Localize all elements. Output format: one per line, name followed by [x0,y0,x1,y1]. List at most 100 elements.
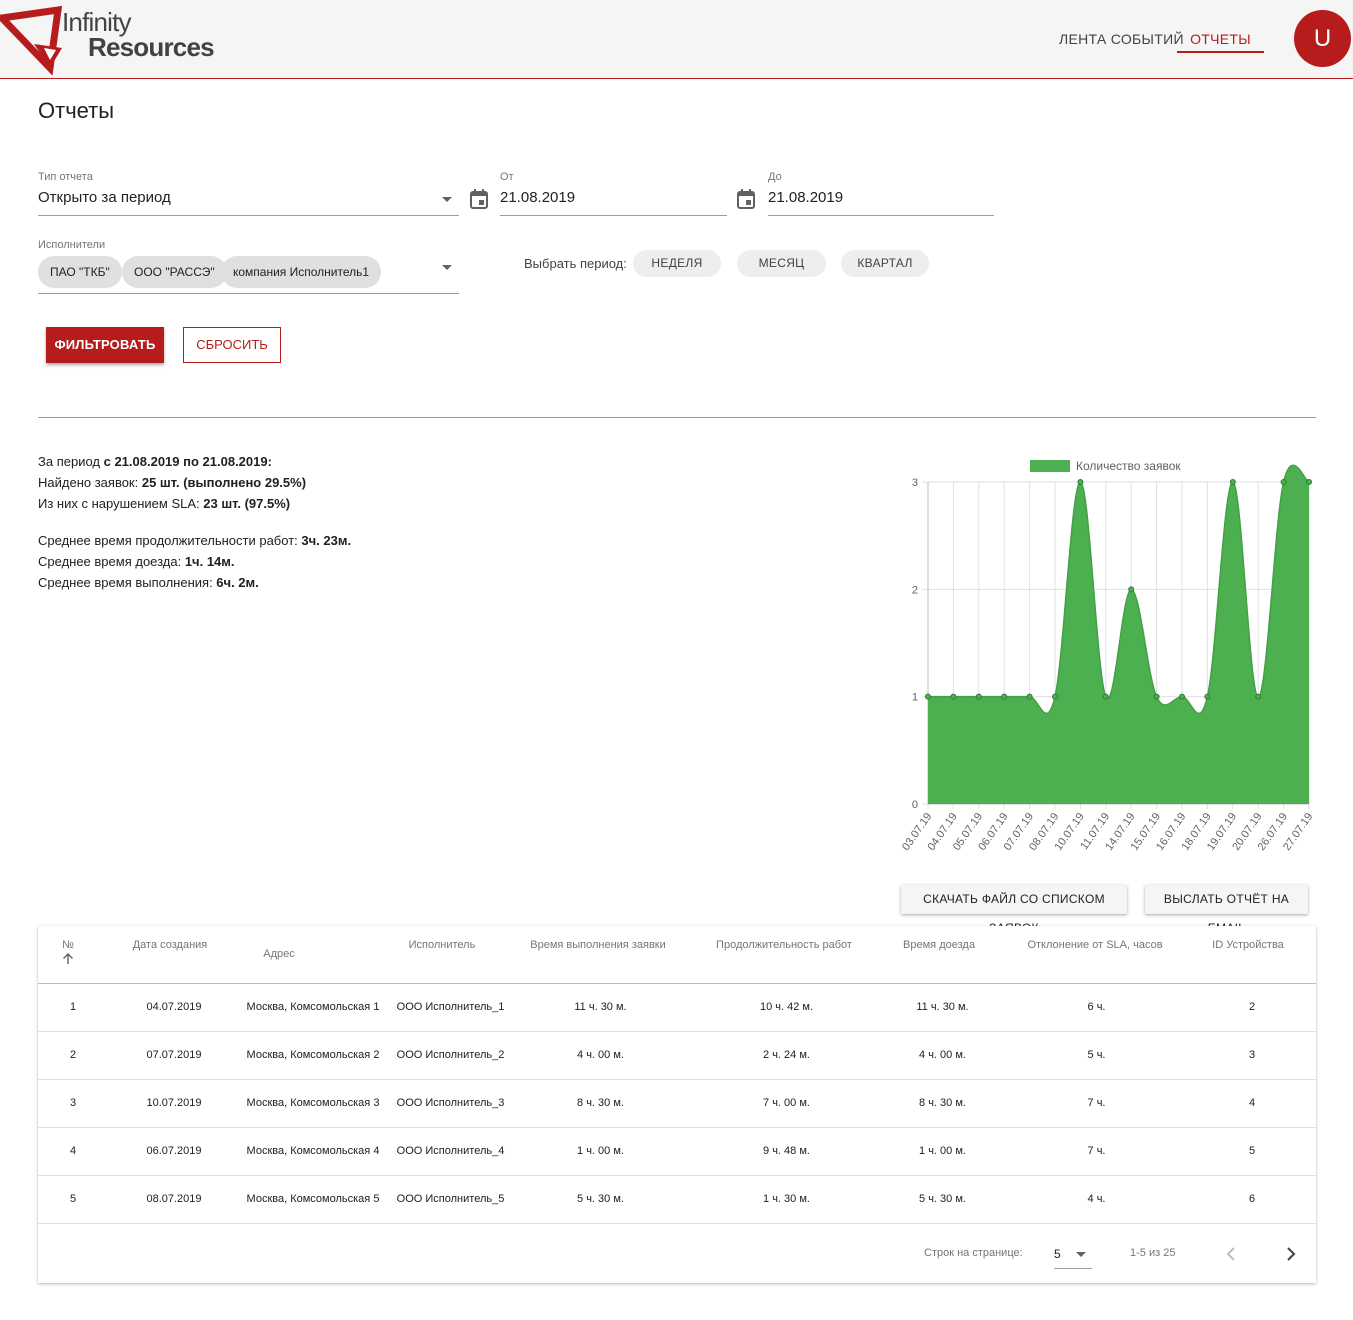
chevron-down-icon [1076,1252,1086,1257]
cell-travel-time: 4 ч. 00 м. [919,1049,966,1061]
pagination-range: 1-5 из 25 [1130,1247,1176,1259]
col-header-travel-time[interactable]: Время доезда [888,939,990,951]
cell-exec-time: 1 ч. 00 м. [577,1145,624,1157]
chevron-right-icon[interactable] [1276,1240,1304,1268]
summary-sla: Из них с нарушением SLA: 23 шт. (97.5%) [38,496,290,511]
col-header-sla-dev[interactable]: Отклонение от SLA, часов [1016,939,1174,951]
cell-num: 2 [69,1049,77,1061]
table-row[interactable]: 3 10.07.2019 Москва, Комсомольская 3 ООО Ис… [38,1080,1316,1128]
filter-button[interactable]: ФИЛЬТРОВАТЬ [46,327,164,363]
chart-point [1052,693,1058,700]
table-row[interactable]: 5 08.07.2019 Москва, Комсомольская 5 ООО Ис… [38,1176,1316,1224]
executor-chip[interactable]: компания Исполнитель1 [221,256,382,288]
cell-executor: ООО Исполнитель_5 [396,1193,505,1205]
report-type-select[interactable]: Тип отчета Открыто за период [38,171,459,216]
cell-num: 5 [69,1193,77,1205]
executor-chip[interactable]: ООО "РАССЭ" [122,256,227,288]
col-header-device-id[interactable]: ID Устройства [1198,939,1298,951]
cell-exec-time: 11 ч. 30 м. [574,1001,627,1013]
col-header-num[interactable]: № [58,939,78,968]
rows-per-page-label: Строк на странице: [924,1247,1023,1259]
cell-device-id: 2 [1248,1001,1256,1013]
chart-point [1077,479,1084,485]
table-row[interactable]: 2 07.07.2019 Москва, Комсомольская 2 ООО Ис… [38,1032,1316,1080]
nav-event-feed[interactable]: ЛЕНТА СОБЫТИЙ [1059,31,1184,47]
cell-address: Москва, Комсомольская 3 [246,1097,380,1109]
brand-line2: Resources [88,32,215,62]
chart-point [1128,586,1135,593]
chart-point [1153,693,1160,700]
chevron-left-icon[interactable] [1218,1240,1246,1268]
summary-found: Найдено заявок: 25 шт. (выполнено 29.5%) [38,475,306,490]
summary-period-value: с 21.08.2019 по 21.08.2019: [103,454,272,469]
table-row[interactable]: 1 04.07.2019 Москва, Комсомольская 1 ООО Ис… [38,984,1316,1032]
rows-per-page-select[interactable]: 5 [1054,1245,1092,1269]
summary-avg-travel: Среднее время доезда: 1ч. 14м. [38,554,235,569]
cell-travel-time: 11 ч. 30 м. [916,1001,969,1013]
summary-avg-exec-label: Среднее время выполнения: [38,575,217,590]
date-from-input[interactable]: От 21.08.2019 [500,171,727,216]
cell-work-duration: 2 ч. 24 м. [763,1049,810,1061]
table-row[interactable]: 4 06.07.2019 Москва, Комсомольская 4 ООО Ис… [38,1128,1316,1176]
col-header-executor[interactable]: Исполнитель [392,939,492,951]
col-header-work-duration[interactable]: Продолжительность работ [704,939,864,951]
executors-label: Исполнители [38,239,106,251]
period-week-button[interactable]: НЕДЕЛЯ [633,250,721,277]
requests-table: № Дата создания Адрес Исполнитель Время … [38,926,1316,1283]
chart-point [950,693,957,700]
chart-ytick-label: 1 [912,692,918,704]
cell-device-id: 6 [1248,1193,1256,1205]
summary-avg-work-label: Среднее время продолжительности работ: [38,533,302,548]
chart-point [925,693,931,700]
report-type-label: Тип отчета [38,171,93,183]
cell-sla-dev: 7 ч. [1087,1145,1106,1157]
executor-chip[interactable]: ПАО "ТКБ" [38,256,122,288]
cell-address: Москва, Комсомольская 4 [246,1145,380,1157]
chart-point [1102,693,1109,700]
cell-executor: ООО Исполнитель_3 [396,1097,505,1109]
cell-date: 04.07.2019 [146,1001,202,1013]
cell-date: 10.07.2019 [146,1097,202,1109]
cell-date: 07.07.2019 [146,1049,202,1061]
send-email-button[interactable]: ВЫСЛАТЬ ОТЧЁТ НА EMAIL [1145,885,1308,935]
chart-legend-swatch [1030,460,1070,472]
chart-point [1229,479,1236,485]
calendar-icon[interactable] [470,189,488,209]
summary-sla-value: 23 шт. (97.5%) [203,496,291,511]
cell-device-id: 3 [1248,1049,1256,1061]
summary-found-value: 25 шт. (выполнено 29.5%) [141,475,307,490]
period-quarter-button[interactable]: КВАРТАЛ [841,250,929,277]
date-to-value: 21.08.2019 [768,189,844,206]
summary-avg-travel-value: 1ч. 14м. [184,554,235,569]
cell-exec-time: 8 ч. 30 м. [577,1097,624,1109]
date-to-input[interactable]: До 21.08.2019 [768,171,994,216]
chart-ytick-label: 0 [912,799,918,811]
cell-sla-dev: 4 ч. [1087,1193,1106,1205]
summary-avg-work: Среднее время продолжительности работ: 3… [38,533,351,548]
col-header-num-label: № [62,939,74,951]
col-header-date[interactable]: Дата создания [120,939,220,951]
calendar-icon[interactable] [737,189,755,209]
chevron-down-icon [442,265,452,270]
chart-point [1026,693,1033,700]
download-list-button[interactable]: СКАЧАТЬ ФАЙЛ СО СПИСКОМ ЗАЯВОК [901,885,1127,935]
brand-name: Infinity Resources [62,9,215,62]
period-month-button[interactable]: МЕСЯЦ [737,250,826,277]
cell-num: 1 [69,1001,77,1013]
col-header-address[interactable]: Адрес [244,948,314,960]
user-avatar[interactable]: U [1294,10,1351,67]
cell-device-id: 5 [1248,1145,1256,1157]
cell-exec-time: 4 ч. 00 м. [577,1049,624,1061]
reset-button[interactable]: СБРОСИТЬ [183,327,281,363]
nav-reports[interactable]: ОТЧЕТЫ [1177,31,1264,53]
cell-sla-dev: 6 ч. [1087,1001,1106,1013]
chevron-down-icon [442,197,452,202]
cell-address: Москва, Комсомольская 5 [246,1193,380,1205]
brand-logo[interactable]: Infinity Resources [0,4,240,76]
summary-period-label: За период [38,454,104,469]
cell-work-duration: 1 ч. 30 м. [763,1193,810,1205]
chart-point [1255,693,1262,700]
cell-exec-time: 5 ч. 30 м. [577,1193,624,1205]
cell-travel-time: 8 ч. 30 м. [919,1097,966,1109]
col-header-exec-time[interactable]: Время выполнения заявки [518,939,678,951]
